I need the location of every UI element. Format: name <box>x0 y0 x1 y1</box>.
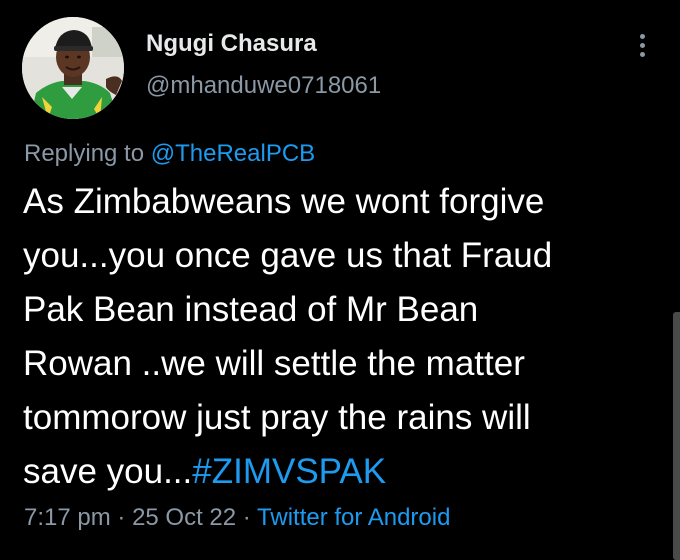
tweet-text-line: Pak Bean instead of Mr Bean <box>23 290 479 329</box>
tweet-text-line: Rowan ..we will settle the matter <box>23 344 525 383</box>
tweet-text-last-line: save you...#ZIMVSPAK <box>23 445 663 499</box>
more-vertical-icon[interactable] <box>628 30 656 62</box>
tweet-text-fragment: save you... <box>23 452 193 491</box>
tweet-text-line: tommorow just pray the rains will <box>23 398 531 437</box>
scrollbar[interactable] <box>673 312 680 560</box>
profile-photo-icon <box>22 17 124 119</box>
hashtag-link[interactable]: #ZIMVSPAK <box>192 452 386 491</box>
tweet-text-line: you...you once gave us that Fraud <box>23 236 553 275</box>
meta-separator: · <box>242 504 251 531</box>
author-handle[interactable]: @mhanduwe0718061 <box>146 72 381 100</box>
replying-to: Replying to @TheRealPCB <box>24 140 315 168</box>
tweet-source-link[interactable]: Twitter for Android <box>257 504 450 531</box>
reply-mention-link[interactable]: @TheRealPCB <box>151 140 315 167</box>
tweet: Ngugi Chasura @mhanduwe0718061 Replying … <box>0 0 680 560</box>
meta-separator: · <box>117 504 126 531</box>
author-display-name[interactable]: Ngugi Chasura <box>146 30 317 58</box>
tweet-date[interactable]: 25 Oct 22 <box>132 504 236 531</box>
replying-to-label: Replying to <box>24 140 145 167</box>
tweet-time[interactable]: 7:17 pm <box>24 504 111 531</box>
tweet-meta: 7:17 pm · 25 Oct 22 · Twitter for Androi… <box>24 504 450 532</box>
tweet-text-line: As Zimbabweans we wont forgive <box>23 182 545 221</box>
tweet-text: As Zimbabweans we wont forgive you...you… <box>23 175 663 499</box>
avatar[interactable] <box>22 17 124 119</box>
